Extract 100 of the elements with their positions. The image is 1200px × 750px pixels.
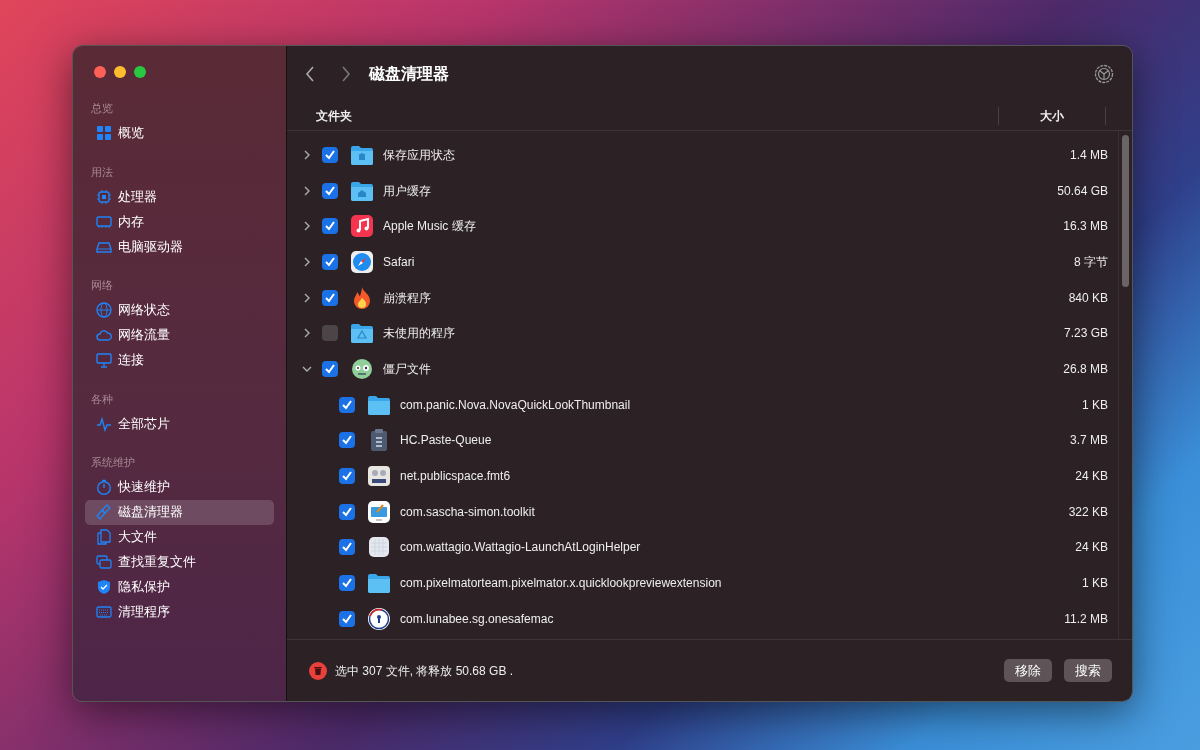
- table-row[interactable]: com.sascha-simon.toolkit 322 KB: [287, 493, 1118, 530]
- keyboard-icon: [96, 604, 112, 620]
- memory-icon: [96, 213, 112, 230]
- file-name: Apple Music 缓存: [383, 218, 477, 236]
- file-name: 崩溃程序: [383, 289, 432, 307]
- table-row[interactable]: 用户缓存 50.64 GB: [287, 172, 1118, 209]
- file-size: 50.64 GB: [1056, 182, 1109, 200]
- sidebar-section-title: 用法: [90, 164, 114, 180]
- checkbox[interactable]: [339, 396, 355, 413]
- column-header[interactable]: 文件夹: [287, 106, 998, 125]
- sidebar-item[interactable]: 处理器: [85, 184, 274, 209]
- checkbox[interactable]: [339, 575, 355, 592]
- table-row[interactable]: Apple Music 缓存 16.3 MB: [287, 208, 1118, 245]
- table-row[interactable]: com.panic.Nova.NovaQuickLookThumbnail 1 KB: [287, 386, 1118, 423]
- sidebar-item[interactable]: 电脑驱动器: [85, 234, 274, 259]
- compass-icon: [350, 249, 374, 274]
- pulse-icon: [96, 415, 112, 432]
- table-row[interactable]: HC.Paste-Queue 3.7 MB: [287, 422, 1118, 459]
- forward-icon[interactable]: [341, 65, 351, 82]
- music-note-icon: [350, 214, 374, 239]
- table-row[interactable]: com.wattagio.Wattagio-LaunchAtLoginHelper 24 KB: [287, 529, 1118, 566]
- file-size: 11.2 MB: [1063, 610, 1109, 628]
- trash-icon: [309, 661, 327, 680]
- file-size: 1 KB: [1081, 575, 1109, 593]
- checkbox[interactable]: [322, 325, 338, 342]
- file-name: com.pixelmatorteam.pixelmator.x.quicklookpreviewextension: [400, 575, 723, 593]
- sidebar-item[interactable]: 网络流量: [85, 322, 274, 348]
- sidebar-section-title: 总览: [90, 101, 114, 116]
- sidebar-section-title: 系统维护: [90, 455, 136, 470]
- file-size: 840 KB: [1067, 289, 1109, 307]
- file-name: com.wattagio.Wattagio-LaunchAtLoginHelper: [400, 539, 642, 557]
- close-button[interactable]: [94, 66, 106, 78]
- cloud-icon: [96, 327, 112, 343]
- sidebar-item[interactable]: 清理程序: [85, 599, 274, 625]
- action-button[interactable]: 移除: [1004, 658, 1052, 683]
- computer-icon: [367, 499, 391, 524]
- file-size: 8 字节: [1073, 253, 1109, 271]
- settings-icon[interactable]: [1094, 63, 1114, 84]
- file-name: com.lunabee.sg.onesafemac: [400, 610, 555, 628]
- sidebar-item[interactable]: 全部芯片: [85, 411, 274, 436]
- checkbox[interactable]: [339, 432, 355, 449]
- chip-icon: [96, 188, 112, 205]
- folder-icon: [350, 321, 374, 346]
- file-name: 僵尸文件: [383, 360, 432, 378]
- sidebar-item[interactable]: 查找重复文件: [85, 549, 274, 575]
- zoom-button[interactable]: [134, 66, 146, 78]
- sidebar-item[interactable]: 隐私保护: [85, 574, 274, 600]
- sidebar-section-title: 网络: [90, 278, 114, 293]
- checkbox[interactable]: [322, 218, 338, 235]
- file-name: com.sascha-simon.toolkit: [400, 503, 536, 521]
- action-button[interactable]: 搜索: [1064, 658, 1112, 683]
- table-row[interactable]: com.lunabee.sg.onesafemac 11.2 MB: [287, 600, 1118, 637]
- back-icon[interactable]: [305, 65, 315, 82]
- sidebar-item[interactable]: 网络状态: [85, 297, 274, 323]
- file-size: 3.7 MB: [1069, 432, 1109, 450]
- checkbox[interactable]: [339, 539, 355, 556]
- scrollbar-thumb[interactable]: [1122, 135, 1129, 287]
- table-row[interactable]: 僵尸文件 26.8 MB: [287, 351, 1118, 387]
- zombie-face-icon: [350, 356, 374, 381]
- radio-icon: [367, 464, 391, 489]
- sidebar-item[interactable]: 快速维护: [85, 474, 274, 500]
- sidebar-item[interactable]: 磁盘清理器: [85, 499, 274, 525]
- checkbox[interactable]: [322, 182, 338, 199]
- grid-icon: [96, 125, 112, 141]
- minimize-button[interactable]: [114, 66, 126, 78]
- file-size: 26.8 MB: [1062, 360, 1109, 378]
- checkbox[interactable]: [322, 289, 338, 306]
- file-size: 1 KB: [1081, 396, 1109, 414]
- file-size: 16.3 MB: [1062, 218, 1109, 236]
- sidebar-item[interactable]: 内存: [85, 209, 274, 234]
- file-name: com.panic.Nova.NovaQuickLookThumbnail: [400, 396, 632, 414]
- table-row[interactable]: Safari 8 字节: [287, 244, 1118, 280]
- window-title: 磁盘清理器: [369, 63, 449, 84]
- table-row[interactable]: 崩溃程序 840 KB: [287, 279, 1118, 316]
- table-row[interactable]: com.pixelmatorteam.pixelmator.x.quicklookpreviewextension 1 KB: [287, 565, 1118, 601]
- table-row[interactable]: 保存应用状态 1.4 MB: [287, 137, 1118, 173]
- sidebar-item[interactable]: 连接: [85, 347, 274, 373]
- shield-icon: [96, 579, 112, 595]
- checkbox[interactable]: [322, 253, 338, 270]
- sidebar-section-title: 各种: [90, 391, 114, 407]
- table-row[interactable]: 未使用的程序 7.23 GB: [287, 315, 1118, 352]
- sidebar-item[interactable]: 概览: [85, 120, 274, 146]
- windows-icon: [96, 554, 112, 570]
- checkbox[interactable]: [339, 503, 355, 520]
- checkbox[interactable]: [339, 610, 355, 627]
- monitor-icon: [96, 352, 112, 368]
- timer-icon: [96, 479, 112, 495]
- file-name: net.publicspace.fmt6: [400, 468, 512, 486]
- checkbox[interactable]: [322, 360, 338, 377]
- checkbox[interactable]: [339, 468, 355, 485]
- file-name: 保存应用状态: [383, 146, 456, 164]
- checkbox[interactable]: [322, 146, 338, 163]
- file-size: 24 KB: [1074, 468, 1109, 486]
- column-header[interactable]: 大小: [998, 106, 1106, 125]
- file-size: 1.4 MB: [1069, 146, 1109, 164]
- table-row[interactable]: net.publicspace.fmt6 24 KB: [287, 458, 1118, 494]
- selection-summary: 选中 307 文件, 将释放 50.68 GB .: [335, 662, 515, 680]
- file-name: 用户缓存: [383, 182, 432, 200]
- sidebar-item[interactable]: 大文件: [85, 524, 274, 550]
- file-size: 7.23 GB: [1062, 325, 1109, 343]
